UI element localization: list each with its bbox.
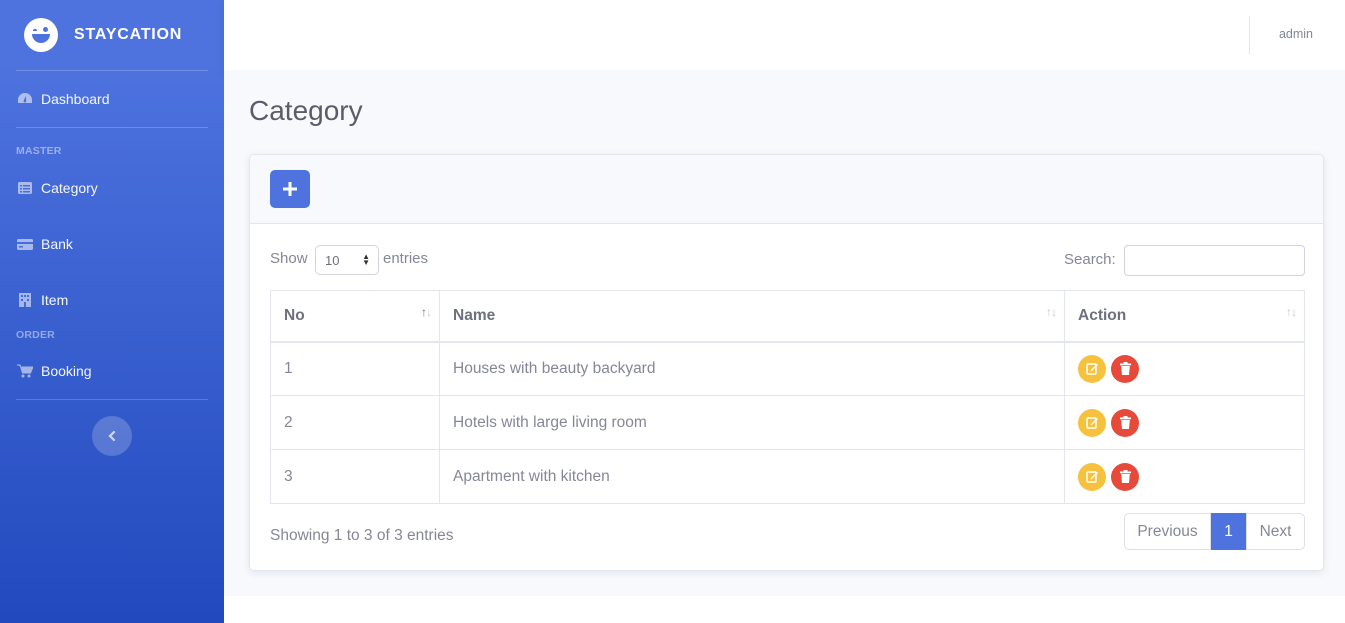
select-caret-icon: ▲ ▼ <box>362 252 370 267</box>
user-menu[interactable]: admin <box>1279 27 1313 41</box>
cell-actions <box>1064 395 1305 450</box>
category-card: Show 10 ▲ ▼ entries Search: No ↑↓ Name ↑↓ <box>249 154 1324 571</box>
category-table: No ↑↓ Name ↑↓ Action ↑↓ 1 Houses with be… <box>270 290 1305 504</box>
topbar: admin <box>224 0 1345 70</box>
show-label: Show <box>270 250 308 267</box>
sidebar-item-label: Dashboard <box>41 91 110 107</box>
cell-no: 2 <box>270 395 440 450</box>
pagination: Previous 1 Next <box>1124 513 1305 550</box>
sidebar-item-label: Booking <box>41 363 92 379</box>
entries-label: entries <box>383 250 429 267</box>
sidebar-item-category[interactable]: Category <box>17 180 98 196</box>
sidebar-divider <box>16 399 208 400</box>
column-header-action[interactable]: Action ↑↓ <box>1064 290 1305 343</box>
cell-name: Houses with beauty backyard <box>439 341 1065 396</box>
edit-icon <box>1085 363 1098 375</box>
pagination-previous[interactable]: Previous <box>1124 513 1211 550</box>
sidebar-item-label: Item <box>41 292 69 308</box>
sidebar-item-bank[interactable]: Bank <box>17 236 73 252</box>
edit-button[interactable] <box>1078 408 1106 437</box>
edit-button[interactable] <box>1078 462 1106 491</box>
column-header-no[interactable]: No ↑↓ <box>270 290 440 343</box>
cell-actions <box>1064 449 1305 504</box>
sidebar-toggle-button[interactable] <box>92 416 132 456</box>
sidebar-divider <box>16 127 208 128</box>
main-content: Category Show 10 ▲ ▼ entries Search: No ↑… <box>224 70 1345 596</box>
building-icon <box>19 293 31 307</box>
sidebar-heading-master: MASTER <box>16 145 62 157</box>
trash-icon <box>1119 362 1131 376</box>
sidebar-item-label: Category <box>41 180 98 196</box>
edit-icon <box>1085 417 1098 429</box>
sort-icon: ↑↓ <box>1046 305 1057 319</box>
credit-card-icon <box>17 239 33 250</box>
delete-button[interactable] <box>1111 408 1139 437</box>
column-header-name[interactable]: Name ↑↓ <box>439 290 1065 343</box>
list-icon <box>18 182 32 194</box>
cell-no: 3 <box>270 449 440 504</box>
trash-icon <box>1119 470 1131 483</box>
sidebar-item-item[interactable]: Item <box>17 292 68 308</box>
cell-actions <box>1064 341 1305 396</box>
table-row: 2 Hotels with large living room <box>270 395 1305 450</box>
edit-icon <box>1085 471 1098 483</box>
table-header-row: No ↑↓ Name ↑↓ Action ↑↓ <box>270 290 1305 343</box>
edit-button[interactable] <box>1078 354 1106 383</box>
search-label: Search: <box>1064 251 1116 268</box>
search-input[interactable] <box>1124 245 1305 276</box>
table-info: Showing 1 to 3 of 3 entries <box>270 527 454 544</box>
table-row: 3 Apartment with kitchen <box>270 449 1305 504</box>
brand-name: STAYCATION <box>74 26 183 43</box>
pagination-next[interactable]: Next <box>1246 513 1305 550</box>
cell-no: 1 <box>270 341 440 396</box>
cell-name: Hotels with large living room <box>439 395 1065 450</box>
entries-length-value: 10 <box>325 252 340 268</box>
sort-icon: ↑↓ <box>1286 305 1297 319</box>
table-row: 1 Houses with beauty backyard <box>270 341 1305 396</box>
wink-face-logo-icon <box>24 18 58 52</box>
cell-name: Apartment with kitchen <box>439 449 1065 504</box>
add-category-button[interactable] <box>270 170 310 208</box>
topbar-divider <box>1249 16 1250 54</box>
cart-icon <box>17 364 33 378</box>
delete-button[interactable] <box>1111 354 1139 383</box>
sidebar-divider <box>16 70 208 71</box>
sidebar-item-label: Bank <box>41 236 73 252</box>
tachometer-icon <box>18 93 32 103</box>
entries-length-select[interactable]: 10 ▲ ▼ <box>315 245 379 275</box>
chevron-left-icon <box>108 430 116 442</box>
page-title: Category <box>249 95 363 126</box>
plus-icon <box>283 182 297 196</box>
sidebar-item-booking[interactable]: Booking <box>17 363 92 379</box>
sort-asc-icon: ↑↓ <box>421 305 432 319</box>
brand[interactable]: STAYCATION <box>0 0 224 70</box>
trash-icon <box>1119 416 1131 429</box>
pagination-page-1[interactable]: 1 <box>1211 513 1246 550</box>
card-header <box>250 155 1323 224</box>
sidebar: STAYCATION Dashboard MASTER Category Ban… <box>0 0 224 623</box>
sidebar-heading-order: ORDER <box>16 329 55 341</box>
delete-button[interactable] <box>1111 462 1139 491</box>
sidebar-item-dashboard[interactable]: Dashboard <box>17 91 110 107</box>
